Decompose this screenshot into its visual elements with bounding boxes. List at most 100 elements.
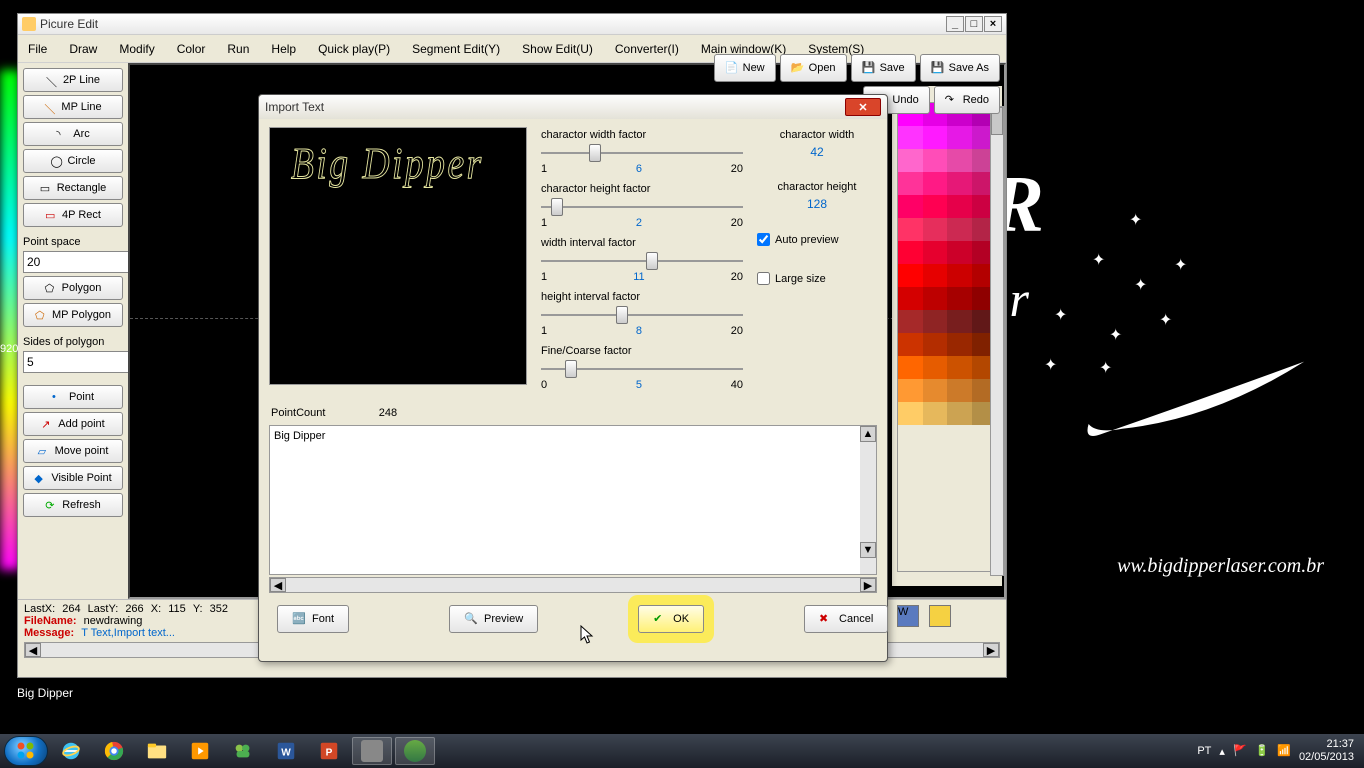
palette-swatch[interactable]: [898, 149, 923, 172]
vscroll-down[interactable]: ▼: [860, 542, 876, 558]
maximize-button[interactable]: □: [965, 16, 983, 32]
palette-swatch[interactable]: [898, 356, 923, 379]
palette-swatch[interactable]: [947, 264, 972, 287]
textarea-vscroll[interactable]: ▲ ▼: [860, 426, 876, 574]
new-button[interactable]: 📄New: [714, 54, 776, 82]
palette-swatch[interactable]: [923, 379, 948, 402]
autopreview-checkbox[interactable]: Auto preview: [757, 233, 877, 246]
taskbar-mediaplayer[interactable]: [180, 737, 220, 765]
palette-swatch[interactable]: [947, 195, 972, 218]
menu-modify[interactable]: Modify: [115, 39, 158, 59]
palette-swatch[interactable]: [923, 149, 948, 172]
palette-swatch[interactable]: [923, 402, 948, 425]
palette-swatch[interactable]: [923, 195, 948, 218]
vscroll-up[interactable]: ▲: [860, 426, 876, 442]
palette-swatch[interactable]: [923, 172, 948, 195]
slider-fc-track[interactable]: [541, 360, 743, 378]
close-button[interactable]: ×: [984, 16, 1002, 32]
palette-swatch[interactable]: [923, 218, 948, 241]
saveas-button[interactable]: 💾Save As: [920, 54, 1000, 82]
tool-polygon[interactable]: ⬠Polygon: [23, 276, 123, 300]
start-button[interactable]: [4, 736, 48, 766]
slider-chf-track[interactable]: [541, 198, 743, 216]
palette-swatch[interactable]: [898, 379, 923, 402]
tool-addpoint[interactable]: ↗Add point: [23, 412, 123, 436]
palette-swatch[interactable]: [923, 126, 948, 149]
taskbar-powerpoint[interactable]: P: [309, 737, 349, 765]
palette-swatch[interactable]: [898, 264, 923, 287]
palette-scrollbar[interactable]: [990, 106, 1004, 576]
palette-swatch[interactable]: [923, 241, 948, 264]
palette-swatch[interactable]: [947, 356, 972, 379]
palette-grid[interactable]: [897, 102, 997, 572]
tool-movepoint[interactable]: ▱Move point: [23, 439, 123, 463]
palette-swatch[interactable]: [898, 310, 923, 333]
menu-run[interactable]: Run: [223, 39, 253, 59]
tool-icon-2[interactable]: [929, 605, 951, 627]
slider-cwf-track[interactable]: [541, 144, 743, 162]
hscroll-left[interactable]: ◀: [25, 643, 41, 657]
taskbar-clock[interactable]: 21:37 02/05/2013: [1299, 738, 1354, 764]
slider-hif-track[interactable]: [541, 306, 743, 324]
tool-rect[interactable]: ▭Rectangle: [23, 176, 123, 200]
dialog-close-button[interactable]: ✕: [845, 98, 881, 116]
palette-swatch[interactable]: [923, 287, 948, 310]
save-button[interactable]: 💾Save: [851, 54, 916, 82]
battery-icon[interactable]: 🔋: [1255, 744, 1269, 758]
palette-swatch[interactable]: [947, 126, 972, 149]
slider-cwf-thumb[interactable]: [589, 144, 601, 162]
taskbar-ie[interactable]: [51, 737, 91, 765]
autopreview-input[interactable]: [757, 233, 770, 246]
tool-2pline[interactable]: ＼2P Line: [23, 68, 123, 92]
slider-wif-track[interactable]: [541, 252, 743, 270]
palette-swatch[interactable]: [898, 402, 923, 425]
palette-swatch[interactable]: [923, 310, 948, 333]
taskbar-app2[interactable]: [395, 737, 435, 765]
preview-button[interactable]: 🔍Preview: [449, 605, 538, 633]
palette-swatch[interactable]: [947, 149, 972, 172]
open-button[interactable]: 📂Open: [780, 54, 847, 82]
tool-mpline[interactable]: ＼MP Line: [23, 95, 123, 119]
menu-show[interactable]: Show Edit(U): [518, 39, 597, 59]
menu-segment[interactable]: Segment Edit(Y): [408, 39, 504, 59]
flag-icon[interactable]: 🚩: [1233, 744, 1247, 758]
palette-swatch[interactable]: [947, 241, 972, 264]
text-input-area[interactable]: Big Dipper ▲ ▼: [269, 425, 877, 575]
palette-swatch[interactable]: [898, 126, 923, 149]
lang-indicator[interactable]: PT: [1197, 745, 1211, 757]
tool-point[interactable]: •Point: [23, 385, 123, 409]
hscroll2-right[interactable]: ▶: [860, 578, 876, 592]
menu-converter[interactable]: Converter(I): [611, 39, 683, 59]
slider-fc-thumb[interactable]: [565, 360, 577, 378]
hscroll-right[interactable]: ▶: [983, 643, 999, 657]
pointspace-input[interactable]: ▲▼: [23, 251, 123, 273]
wifi-icon[interactable]: 📶: [1277, 744, 1291, 758]
menu-color[interactable]: Color: [173, 39, 210, 59]
palette-swatch[interactable]: [947, 172, 972, 195]
tray-arrow-icon[interactable]: ▴: [1219, 745, 1225, 758]
menu-draw[interactable]: Draw: [65, 39, 101, 59]
largesize-checkbox[interactable]: Large size: [757, 272, 877, 285]
palette-swatch[interactable]: [947, 379, 972, 402]
tool-circle[interactable]: ◯Circle: [23, 149, 123, 173]
palette-swatch[interactable]: [947, 218, 972, 241]
slider-hif-thumb[interactable]: [616, 306, 628, 324]
taskbar-chrome[interactable]: [94, 737, 134, 765]
tool-icon-1[interactable]: W: [897, 605, 919, 627]
slider-wif-thumb[interactable]: [646, 252, 658, 270]
taskbar-explorer[interactable]: [137, 737, 177, 765]
tool-refresh[interactable]: ⟳Refresh: [23, 493, 123, 517]
menu-file[interactable]: File: [24, 39, 51, 59]
palette-swatch[interactable]: [923, 264, 948, 287]
sides-input[interactable]: ▲▼: [23, 351, 123, 373]
taskbar-app1[interactable]: [352, 737, 392, 765]
menu-quickplay[interactable]: Quick play(P): [314, 39, 394, 59]
palette-swatch[interactable]: [898, 287, 923, 310]
palette-swatch[interactable]: [923, 356, 948, 379]
palette-swatch[interactable]: [898, 172, 923, 195]
hscroll2-left[interactable]: ◀: [270, 578, 286, 592]
ok-button[interactable]: ✔OK: [638, 605, 704, 633]
palette-swatch[interactable]: [898, 195, 923, 218]
taskbar-messenger[interactable]: [223, 737, 263, 765]
largesize-input[interactable]: [757, 272, 770, 285]
